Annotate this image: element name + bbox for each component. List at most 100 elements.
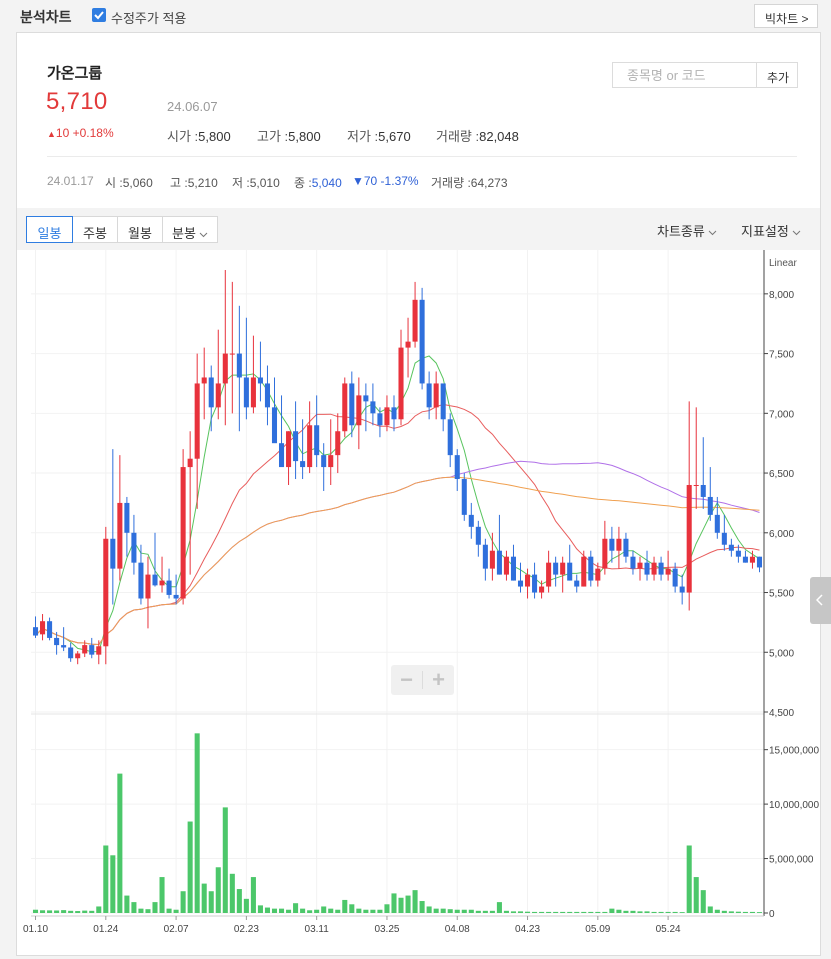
volume-bar [475,910,481,913]
tab-daily[interactable]: 일봉 [26,216,73,243]
add-stock-button[interactable]: 추가 [756,62,798,88]
volume-bar [440,908,446,913]
candle-body [152,574,158,586]
volume-bar [321,906,327,913]
volume-bar [714,909,720,913]
volume-bar [616,909,622,913]
chart-type-dropdown[interactable]: 차트종류 [657,221,717,240]
volume-bar [595,911,601,913]
candle-body [145,574,151,599]
tab-weekly[interactable]: 주봉 [72,216,118,243]
big-chart-button[interactable]: 빅차트 > [754,4,818,28]
volume-bar [32,909,39,913]
stock-chart[interactable]: Linear 8,000 7,500 7,000 6,500 6,000 5,500 5,00… [17,250,820,954]
tab-monthly[interactable]: 월봉 [117,216,163,243]
hover-change: ▼70 -1.37% [352,174,419,188]
volume-bar [187,821,193,913]
candle-body [243,377,249,408]
candle-body [349,383,355,426]
price-tick-label: 8,000 [769,290,794,301]
date-tick-label: 04.23 [515,924,540,935]
candle-body [96,646,102,655]
volume-bar [131,902,137,913]
candle-body [532,574,538,593]
candle-body [440,383,446,420]
candle-body [412,299,418,342]
stock-search-input[interactable] [612,62,757,88]
volume-bar [215,867,221,913]
volume-stat: 거래량 :82,048 [436,129,519,144]
zoom-in-button[interactable]: + [423,665,454,695]
candle-body [728,544,734,551]
open-stat: 시가 :5,800 [167,129,231,144]
date-tick-label: 02.23 [234,924,259,935]
candle-body [658,562,664,575]
candle-body [588,556,594,581]
volume-bar [384,904,390,913]
indicator-settings-dropdown[interactable]: 지표설정 [741,221,801,240]
price-tick-label: 4,500 [769,708,794,719]
volume-bar [609,908,615,913]
hover-low: 저 :5,010 [232,176,280,190]
candle-body [328,455,334,468]
hover-close: 종 :5,040 [294,176,342,190]
volume-bar [236,889,242,913]
volume-bar [623,910,629,913]
volume-bar [658,911,664,913]
price-tick-label: 6,000 [769,529,794,540]
candle-body [138,562,144,599]
volume-bar [405,895,411,913]
volume-bar [328,908,334,913]
volume-bar [686,845,692,913]
candle-body [693,485,699,486]
candle-body [447,419,453,456]
candle-body [75,653,81,659]
volume-bar [644,911,650,913]
volume-bar [117,773,123,913]
volume-bar [138,908,144,913]
volume-bar [356,908,362,913]
candle-body [525,574,531,587]
volume-bar [461,909,467,913]
candle-body [271,407,278,444]
candle-body [103,538,109,647]
zoom-out-button[interactable]: − [391,665,422,695]
candle-body [173,594,179,599]
high-stat: 고가 :5,800 [257,129,321,144]
volume-bar [342,899,348,913]
volume-bar [532,911,538,913]
volume-bar [637,911,643,913]
candle-body [756,556,763,568]
price-date: 24.06.07 [167,99,218,114]
volume-bar [588,911,594,913]
volume-bar [454,909,460,913]
candle-body [124,502,130,533]
volume-bar [602,911,608,913]
candle-body [377,413,383,426]
candle-body [454,455,460,480]
adjusted-price-checkbox[interactable] [92,8,106,22]
hover-open: 시 :5,060 [105,176,153,190]
candle-body [405,341,411,348]
volume-bar [391,893,397,913]
volume-bar [243,898,249,913]
tab-minute[interactable]: 분봉 [162,216,218,243]
scale-label: Linear [769,258,797,269]
candle-body [433,383,439,408]
candle-body [510,556,517,581]
candle-body [159,580,165,586]
price-tick-label: 6,500 [769,469,794,480]
volume-bar [700,890,706,913]
candle-body [468,514,474,527]
volume-bar [173,909,179,913]
candle-body [194,383,200,459]
candle-body [215,383,221,408]
side-panel-toggle[interactable] [810,577,831,624]
date-tick-label: 05.09 [585,924,610,935]
candle-body [595,568,601,581]
candle-body [187,458,193,468]
candle-body [278,443,285,468]
candle-body [89,645,95,655]
volume-bar [68,910,74,913]
volume-bar [180,891,186,913]
